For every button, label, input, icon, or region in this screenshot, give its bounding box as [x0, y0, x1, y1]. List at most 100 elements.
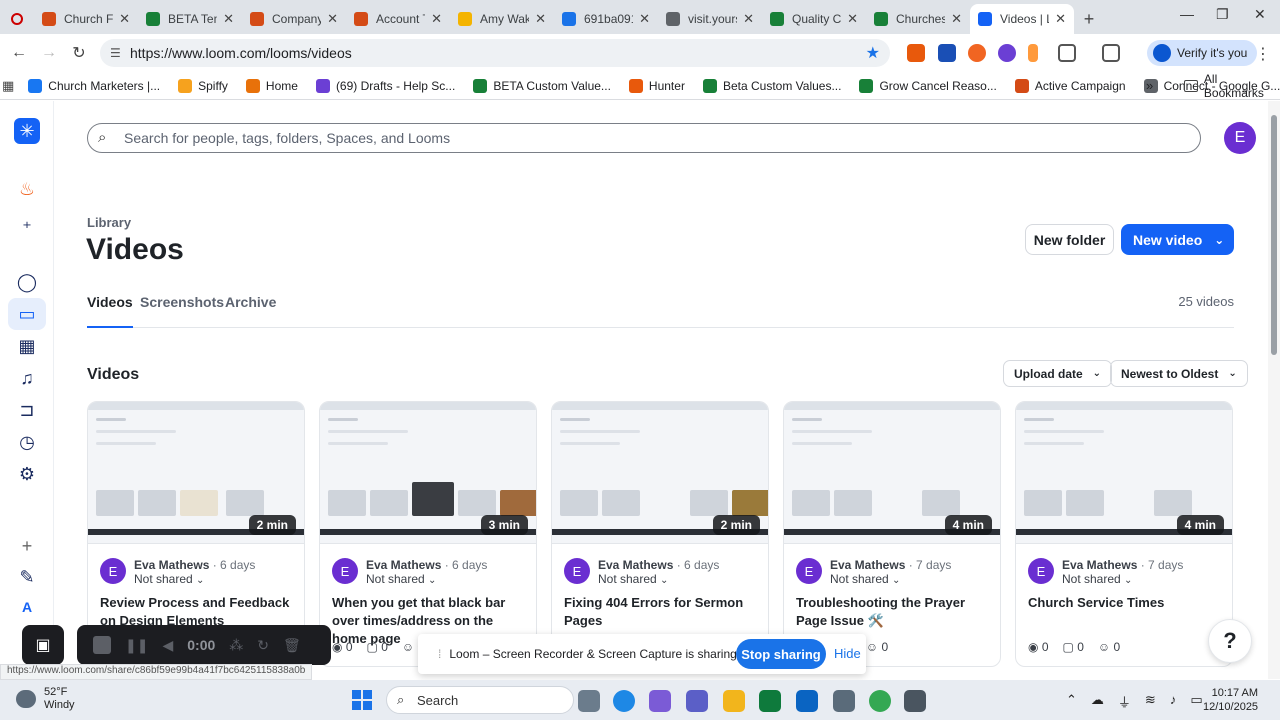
- browser-tab[interactable]: Account T ✕: [346, 4, 450, 34]
- tab-close-icon[interactable]: ✕: [223, 11, 234, 27]
- battery-icon[interactable]: ▭: [1190, 692, 1202, 711]
- new-video-button[interactable]: New video ⌄: [1121, 224, 1234, 255]
- search-input[interactable]: ⌕ Search for people, tags, folders, Spac…: [87, 123, 1201, 153]
- settings-gear-icon[interactable]: ⚙: [14, 461, 40, 487]
- task-view-icon[interactable]: [578, 690, 600, 712]
- history-clock-icon[interactable]: ◷: [14, 429, 40, 455]
- bookmark-item[interactable]: Beta Custom Values...: [702, 78, 841, 93]
- page-scrollbar[interactable]: [1268, 101, 1280, 679]
- tab-archive[interactable]: Archive: [225, 294, 276, 328]
- extension-icon[interactable]: [1028, 44, 1038, 62]
- app-icon[interactable]: [904, 690, 926, 712]
- camera-toggle-button[interactable]: ▣: [22, 625, 64, 665]
- browser-tab[interactable]: Quality Cl ✕: [762, 4, 866, 34]
- video-thumbnail[interactable]: 4 min: [784, 402, 1000, 544]
- sort-field-select[interactable]: Upload date ⌄: [1003, 360, 1113, 387]
- extension-icon[interactable]: [938, 44, 956, 62]
- chrome-icon[interactable]: [869, 690, 891, 712]
- microphone-icon[interactable]: ⏚: [1118, 692, 1131, 711]
- tab-close-icon[interactable]: ✕: [431, 11, 442, 27]
- new-folder-button[interactable]: New folder: [1025, 224, 1114, 255]
- browser-tab[interactable]: Amy Wak ✕: [450, 4, 554, 34]
- hide-link[interactable]: Hide: [834, 646, 861, 661]
- profile-button[interactable]: Verify it's you: [1147, 40, 1258, 66]
- video-thumbnail[interactable]: 4 min: [1016, 402, 1232, 544]
- outlook-icon[interactable]: [796, 690, 818, 712]
- pen-tool-icon[interactable]: ✎: [14, 564, 40, 590]
- pause-icon[interactable]: ❚❚: [125, 637, 148, 654]
- all-bookmarks-button[interactable]: All Bookmarks: [1184, 72, 1280, 100]
- bookmark-icon[interactable]: ⊐: [14, 397, 40, 423]
- video-title[interactable]: Church Service Times: [1028, 594, 1224, 612]
- tab-close-icon[interactable]: ✕: [847, 11, 858, 27]
- copilot-icon[interactable]: [649, 690, 671, 712]
- settings-app-icon[interactable]: [833, 690, 855, 712]
- more-bookmarks-icon[interactable]: »: [1146, 78, 1153, 93]
- video-thumbnail[interactable]: 2 min: [88, 402, 304, 544]
- bookmark-item[interactable]: Grow Cancel Reaso...: [859, 78, 997, 93]
- minimize-icon[interactable]: —: [1180, 6, 1194, 22]
- draw-icon[interactable]: ⁂: [229, 637, 243, 654]
- share-status-dropdown[interactable]: Not shared ⌄: [1062, 572, 1132, 586]
- tab-close-icon[interactable]: ✕: [327, 11, 338, 27]
- taskbar-search[interactable]: ⌕ Search: [386, 686, 574, 714]
- share-status-dropdown[interactable]: Not shared ⌄: [598, 572, 668, 586]
- video-thumbnail[interactable]: 3 min: [320, 402, 536, 544]
- breadcrumb[interactable]: Library: [87, 215, 131, 230]
- tab-close-icon[interactable]: ✕: [639, 11, 650, 27]
- workspace-flame-icon[interactable]: ♨: [14, 176, 40, 202]
- extension-icon[interactable]: [968, 44, 986, 62]
- stop-sharing-button[interactable]: Stop sharing: [736, 639, 826, 669]
- maximize-icon[interactable]: ❐: [1216, 6, 1229, 23]
- browser-tab[interactable]: 691ba091 ✕: [554, 4, 658, 34]
- tab-close-icon[interactable]: ✕: [119, 11, 130, 27]
- bookmark-star-icon[interactable]: ★: [866, 43, 880, 63]
- browser-tab[interactable]: visit.yours ✕: [658, 4, 762, 34]
- file-explorer-icon[interactable]: [723, 690, 745, 712]
- clock[interactable]: 10:17 AM 12/10/2025: [1203, 686, 1258, 714]
- extension-icon[interactable]: [998, 44, 1016, 62]
- video-title[interactable]: Troubleshooting the Prayer Page Issue 🛠️: [796, 594, 992, 630]
- chevron-up-icon[interactable]: ⌃: [1066, 692, 1077, 711]
- new-tab-button[interactable]: +: [1074, 4, 1104, 34]
- calendar-icon[interactable]: ▦: [14, 333, 40, 359]
- address-bar[interactable]: ☰ https://www.loom.com/looms/videos ★: [100, 39, 890, 67]
- video-card[interactable]: 4 min E Eva Mathews · 7 days Not shared ⌄ Tr…: [783, 401, 1001, 667]
- weather-widget[interactable]: 52°F Windy: [12, 686, 75, 712]
- windows-start-icon[interactable]: [352, 690, 372, 710]
- help-button[interactable]: ?: [1208, 619, 1252, 663]
- app-a-icon[interactable]: A: [14, 594, 40, 620]
- bookmark-item[interactable]: Home: [245, 78, 298, 93]
- tab-close-icon[interactable]: ✕: [951, 11, 962, 27]
- add-user-icon[interactable]: ⁺: [14, 215, 40, 241]
- forward-icon[interactable]: →: [34, 44, 64, 62]
- bookmark-item[interactable]: Active Campaign: [1014, 78, 1126, 93]
- video-card[interactable]: 3 min E Eva Mathews · 6 days Not shared ⌄ Wh…: [319, 401, 537, 667]
- back-icon[interactable]: ←: [4, 44, 34, 62]
- bookmark-item[interactable]: BETA Custom Value...: [473, 78, 611, 93]
- bookmark-item[interactable]: Hunter: [628, 78, 685, 93]
- stop-recording-button[interactable]: [93, 636, 111, 654]
- tab-screenshots[interactable]: Screenshots: [140, 294, 224, 328]
- tab-videos[interactable]: Videos: [87, 294, 133, 328]
- video-card[interactable]: 4 min E Eva Mathews · 7 days Not shared ⌄ Ch…: [1015, 401, 1233, 667]
- rewind-icon[interactable]: ◀: [162, 637, 173, 654]
- bookmark-item[interactable]: Spiffy: [178, 78, 228, 93]
- loom-logo-icon[interactable]: ✳: [14, 118, 40, 144]
- apps-grid-icon[interactable]: ▦: [2, 78, 14, 94]
- share-status-dropdown[interactable]: Not shared ⌄: [366, 572, 436, 586]
- tab-close-icon[interactable]: ✕: [1055, 11, 1066, 27]
- menu-kebab-icon[interactable]: ⋮: [1248, 44, 1278, 64]
- share-status-dropdown[interactable]: Not shared ⌄: [830, 572, 900, 586]
- site-info-icon[interactable]: ☰: [110, 46, 121, 60]
- browser-tab[interactable]: BETA Tem ✕: [138, 4, 242, 34]
- tab-close-icon[interactable]: ✕: [743, 11, 754, 27]
- cloud-icon[interactable]: ☁: [1091, 692, 1104, 711]
- store-icon[interactable]: [759, 690, 781, 712]
- volume-icon[interactable]: ♪: [1170, 692, 1177, 711]
- edge-icon[interactable]: [613, 690, 635, 712]
- extensions-puzzle-icon[interactable]: [1058, 44, 1076, 62]
- wifi-icon[interactable]: ≋: [1145, 692, 1156, 711]
- bookmark-item[interactable]: (69) Drafts - Help Sc...: [315, 78, 455, 93]
- reload-icon[interactable]: ↻: [64, 43, 94, 63]
